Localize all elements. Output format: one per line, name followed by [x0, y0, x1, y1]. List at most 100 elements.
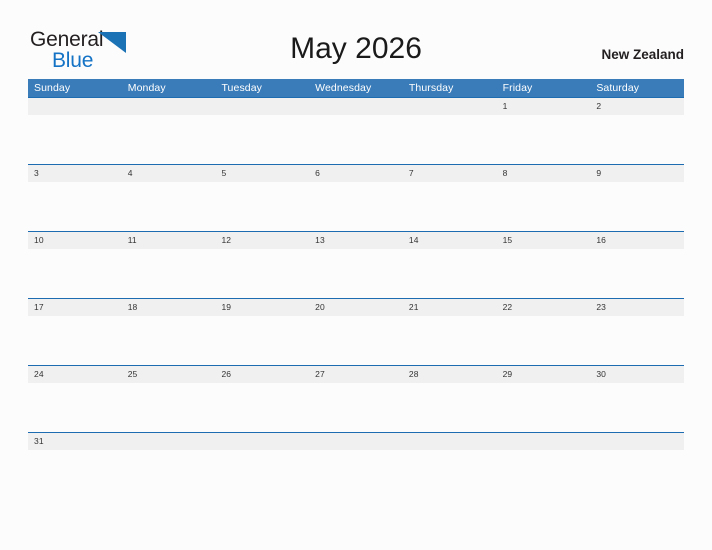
- day-note-cell[interactable]: [215, 383, 309, 432]
- date-cell[interactable]: [309, 433, 403, 450]
- day-note-cell[interactable]: [28, 450, 122, 463]
- date-cell[interactable]: 11: [122, 232, 216, 249]
- day-note-cell[interactable]: [28, 316, 122, 365]
- day-note-cell[interactable]: [215, 115, 309, 164]
- day-note-cell[interactable]: [28, 249, 122, 298]
- day-note-cell[interactable]: [497, 450, 591, 463]
- day-note-cell[interactable]: [497, 115, 591, 164]
- day-note-cell[interactable]: [215, 249, 309, 298]
- calendar-week-row: 1 2: [28, 97, 684, 164]
- date-cell[interactable]: 22: [497, 299, 591, 316]
- date-cell[interactable]: 12: [215, 232, 309, 249]
- date-cell[interactable]: 14: [403, 232, 497, 249]
- day-note-cell[interactable]: [309, 450, 403, 463]
- day-note-cell[interactable]: [403, 249, 497, 298]
- day-note-cell[interactable]: [403, 182, 497, 231]
- date-cell[interactable]: [215, 433, 309, 450]
- day-note-cell[interactable]: [28, 182, 122, 231]
- dow-header-friday: Friday: [502, 82, 533, 94]
- date-cell[interactable]: 7: [403, 165, 497, 182]
- day-note-cell[interactable]: [122, 115, 216, 164]
- calendar-week-row: 3 4 5 6 7 8 9: [28, 164, 684, 231]
- calendar-page: General Blue May 2026 New Zealand Sunday…: [0, 0, 712, 550]
- date-cell[interactable]: 3: [28, 165, 122, 182]
- date-cell[interactable]: 16: [590, 232, 684, 249]
- date-cell[interactable]: 4: [122, 165, 216, 182]
- date-cell[interactable]: 25: [122, 366, 216, 383]
- week-note-area: [28, 182, 684, 231]
- day-note-cell[interactable]: [403, 115, 497, 164]
- calendar-week-row: 10 11 12 13 14 15 16: [28, 231, 684, 298]
- week-note-area: [28, 383, 684, 432]
- date-cell[interactable]: 1: [497, 98, 591, 115]
- day-note-cell[interactable]: [497, 182, 591, 231]
- day-note-cell[interactable]: [497, 383, 591, 432]
- day-note-cell[interactable]: [28, 115, 122, 164]
- day-note-cell[interactable]: [590, 316, 684, 365]
- date-cell[interactable]: 8: [497, 165, 591, 182]
- day-note-cell[interactable]: [497, 316, 591, 365]
- week-date-band: 10 11 12 13 14 15 16: [28, 232, 684, 249]
- day-note-cell[interactable]: [215, 450, 309, 463]
- date-cell[interactable]: 28: [403, 366, 497, 383]
- day-note-cell[interactable]: [309, 182, 403, 231]
- day-note-cell[interactable]: [590, 115, 684, 164]
- day-note-cell[interactable]: [309, 249, 403, 298]
- dow-header-thursday: Thursday: [408, 82, 454, 94]
- week-date-band: 31: [28, 433, 684, 450]
- date-cell[interactable]: 21: [403, 299, 497, 316]
- day-note-cell[interactable]: [590, 450, 684, 463]
- date-cell[interactable]: 2: [590, 98, 684, 115]
- date-cell[interactable]: 24: [28, 366, 122, 383]
- date-cell[interactable]: [122, 433, 216, 450]
- date-cell[interactable]: [403, 433, 497, 450]
- dow-header-wednesday: Wednesday: [315, 82, 372, 94]
- day-note-cell[interactable]: [403, 316, 497, 365]
- day-note-cell[interactable]: [28, 383, 122, 432]
- day-note-cell[interactable]: [590, 383, 684, 432]
- day-note-cell[interactable]: [590, 182, 684, 231]
- date-cell[interactable]: 17: [28, 299, 122, 316]
- day-note-cell[interactable]: [122, 182, 216, 231]
- date-cell[interactable]: 18: [122, 299, 216, 316]
- day-note-cell[interactable]: [122, 249, 216, 298]
- region-label: New Zealand: [601, 47, 684, 62]
- date-cell[interactable]: 13: [309, 232, 403, 249]
- date-cell[interactable]: [590, 433, 684, 450]
- date-cell[interactable]: 20: [309, 299, 403, 316]
- date-cell[interactable]: 9: [590, 165, 684, 182]
- dow-header-saturday: Saturday: [596, 82, 640, 94]
- date-cell[interactable]: 30: [590, 366, 684, 383]
- day-note-cell[interactable]: [309, 115, 403, 164]
- week-date-band: 24 25 26 27 28 29 30: [28, 366, 684, 383]
- date-cell[interactable]: [215, 98, 309, 115]
- day-note-cell[interactable]: [122, 316, 216, 365]
- day-note-cell[interactable]: [403, 383, 497, 432]
- date-cell[interactable]: 5: [215, 165, 309, 182]
- date-cell[interactable]: 6: [309, 165, 403, 182]
- day-note-cell[interactable]: [309, 383, 403, 432]
- day-note-cell[interactable]: [215, 316, 309, 365]
- date-cell[interactable]: [122, 98, 216, 115]
- day-note-cell[interactable]: [403, 450, 497, 463]
- date-cell[interactable]: 27: [309, 366, 403, 383]
- date-cell[interactable]: [28, 98, 122, 115]
- day-note-cell[interactable]: [215, 182, 309, 231]
- date-cell[interactable]: [497, 433, 591, 450]
- day-note-cell[interactable]: [122, 450, 216, 463]
- day-note-cell[interactable]: [497, 249, 591, 298]
- day-note-cell[interactable]: [590, 249, 684, 298]
- week-note-area: [28, 249, 684, 298]
- date-cell[interactable]: 19: [215, 299, 309, 316]
- date-cell[interactable]: 15: [497, 232, 591, 249]
- week-note-area: [28, 316, 684, 365]
- day-note-cell[interactable]: [309, 316, 403, 365]
- date-cell[interactable]: [403, 98, 497, 115]
- date-cell[interactable]: [309, 98, 403, 115]
- date-cell[interactable]: 29: [497, 366, 591, 383]
- date-cell[interactable]: 10: [28, 232, 122, 249]
- day-note-cell[interactable]: [122, 383, 216, 432]
- date-cell[interactable]: 31: [28, 433, 122, 450]
- date-cell[interactable]: 26: [215, 366, 309, 383]
- date-cell[interactable]: 23: [590, 299, 684, 316]
